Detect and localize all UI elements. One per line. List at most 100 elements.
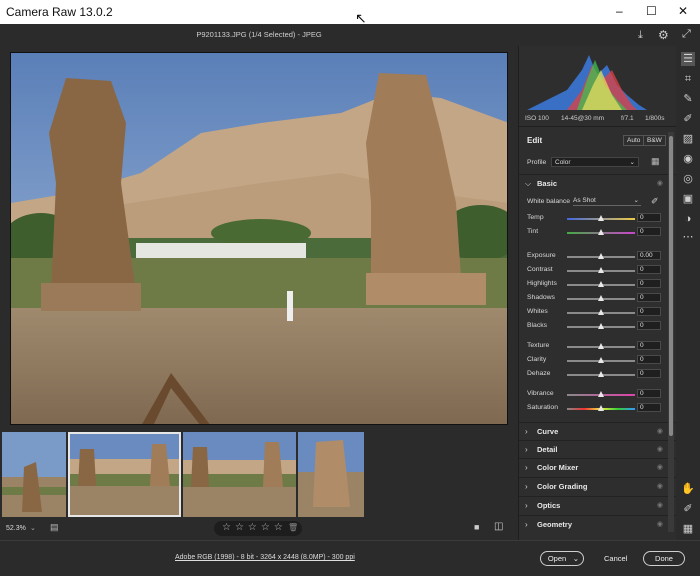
slider-track[interactable] bbox=[567, 323, 635, 329]
slider-value-input[interactable]: 0 bbox=[637, 389, 661, 398]
slider-knob[interactable] bbox=[598, 267, 604, 273]
maximize-icon[interactable]: ☐ bbox=[646, 4, 657, 18]
healing-brush-icon[interactable]: ✎ bbox=[681, 92, 695, 106]
slider-value-input[interactable]: 0 bbox=[637, 369, 661, 378]
slider-value-input[interactable]: 0 bbox=[637, 321, 661, 330]
slider-knob[interactable] bbox=[598, 371, 604, 377]
eye-icon[interactable]: ◉ bbox=[657, 427, 663, 435]
thumbnail-3[interactable] bbox=[183, 432, 296, 517]
crop-icon[interactable]: ⌗ bbox=[681, 72, 695, 86]
main-preview-image[interactable] bbox=[10, 52, 508, 425]
slider-knob[interactable] bbox=[598, 391, 604, 397]
file-header: P9201133.JPG (1/4 Selected) - JPEG bbox=[0, 24, 518, 46]
radial-filter-icon[interactable]: ◉ bbox=[681, 152, 695, 166]
slider-value-input[interactable]: 0 bbox=[637, 213, 661, 222]
eye-icon[interactable]: ◉ bbox=[657, 520, 663, 528]
scrollbar-thumb[interactable] bbox=[669, 136, 673, 436]
slider-track[interactable] bbox=[567, 357, 635, 363]
eyedropper-icon[interactable]: ✐ bbox=[651, 196, 659, 207]
slider-track[interactable] bbox=[567, 253, 635, 259]
slider-knob[interactable] bbox=[598, 295, 604, 301]
slider-value-input[interactable]: 0 bbox=[637, 227, 661, 236]
workflow-options-link[interactable]: Adobe RGB (1998) - 8 bit - 3264 x 2448 (… bbox=[175, 554, 355, 561]
star-rating-icons[interactable]: ☆☆☆☆☆ bbox=[222, 522, 287, 533]
auto-button[interactable]: Auto bbox=[623, 135, 645, 146]
slider-track[interactable] bbox=[567, 295, 635, 301]
slider-knob[interactable] bbox=[598, 323, 604, 329]
slider-knob[interactable] bbox=[598, 215, 604, 221]
slider-knob[interactable] bbox=[598, 357, 604, 363]
view-single-icon[interactable]: ■ bbox=[474, 522, 479, 532]
slider-track[interactable] bbox=[567, 281, 635, 287]
slider-knob[interactable] bbox=[598, 343, 604, 349]
before-after-icon[interactable]: ◫ bbox=[494, 521, 503, 532]
section-detail[interactable]: › Detail ◉ bbox=[519, 440, 677, 458]
hand-icon[interactable]: ✋ bbox=[681, 482, 695, 496]
eye-icon[interactable]: ◉ bbox=[657, 501, 663, 509]
fullscreen-icon[interactable]: ⤢ bbox=[682, 28, 691, 41]
profile-browser-icon[interactable]: ▦ bbox=[651, 156, 660, 167]
trash-icon[interactable]: 🗑 bbox=[288, 523, 298, 532]
slider-value-input[interactable]: 0 bbox=[637, 265, 661, 274]
slider-value-input[interactable]: 0 bbox=[637, 279, 661, 288]
gear-icon[interactable]: ⚙ bbox=[658, 28, 669, 42]
red-eye-icon[interactable]: ◎ bbox=[681, 172, 695, 186]
slider-track[interactable] bbox=[567, 391, 635, 397]
section-color-grading[interactable]: › Color Grading ◉ bbox=[519, 477, 677, 495]
section-basic[interactable]: ⌵ Basic ◉ bbox=[519, 174, 677, 192]
profile-select[interactable]: Color ⌄ bbox=[551, 157, 639, 167]
close-icon[interactable]: ✕ bbox=[678, 4, 688, 18]
thumbnail-1[interactable] bbox=[2, 432, 66, 517]
gradient-icon[interactable]: ▨ bbox=[681, 132, 695, 146]
slider-value-input[interactable]: 0 bbox=[637, 355, 661, 364]
slider-knob[interactable] bbox=[598, 281, 604, 287]
filmstrip-options-icon[interactable]: ▤ bbox=[50, 522, 59, 533]
slider-value-input[interactable]: 0 bbox=[637, 293, 661, 302]
slider-track[interactable] bbox=[567, 309, 635, 315]
slider-knob[interactable] bbox=[598, 405, 604, 411]
colossi-photo bbox=[11, 53, 507, 424]
thumbnail-4[interactable] bbox=[298, 432, 364, 517]
slider-track[interactable] bbox=[567, 343, 635, 349]
presets-icon[interactable]: ◑ bbox=[681, 212, 695, 226]
slider-knob[interactable] bbox=[598, 253, 604, 259]
open-button[interactable]: Open ⌄ bbox=[540, 551, 584, 566]
slider-track[interactable] bbox=[567, 371, 635, 377]
section-geometry[interactable]: › Geometry ◉ bbox=[519, 515, 677, 533]
thumbnail-2-selected[interactable] bbox=[68, 432, 181, 517]
white-balance-select[interactable]: As Shot ⌄ bbox=[573, 196, 641, 206]
eye-icon[interactable]: ◉ bbox=[657, 445, 663, 453]
slider-value-input[interactable]: 0 bbox=[637, 307, 661, 316]
zoom-level[interactable]: 52.3% bbox=[6, 525, 26, 532]
panel-scrollbar[interactable] bbox=[668, 132, 674, 532]
slider-track[interactable] bbox=[567, 215, 635, 221]
slider-value-input[interactable]: 0 bbox=[637, 341, 661, 350]
brush-icon[interactable]: ✐ bbox=[681, 112, 695, 126]
minimize-icon[interactable]: – bbox=[616, 4, 623, 18]
slider-knob[interactable] bbox=[598, 229, 604, 235]
eye-icon[interactable]: ◉ bbox=[657, 463, 663, 471]
grid-icon[interactable]: ▦ bbox=[681, 522, 695, 536]
slider-track[interactable] bbox=[567, 405, 635, 411]
slider-value-input[interactable]: 0.00 bbox=[637, 251, 661, 260]
more-icon[interactable]: ⋯ bbox=[681, 230, 695, 244]
edit-sliders-icon[interactable]: ☰ bbox=[681, 52, 695, 66]
chevron-down-icon[interactable]: ⌄ bbox=[30, 524, 36, 532]
chevron-right-icon: › bbox=[525, 427, 528, 436]
section-optics[interactable]: › Optics ◉ bbox=[519, 496, 677, 514]
slider-track[interactable] bbox=[567, 267, 635, 273]
slider-value-input[interactable]: 0 bbox=[637, 403, 661, 412]
cancel-button[interactable]: Cancel bbox=[604, 554, 627, 563]
chevron-down-icon[interactable]: ⌄ bbox=[573, 552, 579, 566]
slider-track[interactable] bbox=[567, 229, 635, 235]
bw-button[interactable]: B&W bbox=[643, 135, 666, 146]
eye-icon[interactable]: ◉ bbox=[657, 179, 663, 187]
snapshots-icon[interactable]: ▣ bbox=[681, 192, 695, 206]
done-button[interactable]: Done bbox=[643, 551, 685, 566]
eye-icon[interactable]: ◉ bbox=[657, 482, 663, 490]
slider-knob[interactable] bbox=[598, 309, 604, 315]
color-sampler-icon[interactable]: ✐ bbox=[681, 502, 695, 516]
save-icon[interactable]: ⤓ bbox=[638, 29, 643, 42]
section-curve[interactable]: › Curve ◉ bbox=[519, 422, 677, 440]
section-color-mixer[interactable]: › Color Mixer ◉ bbox=[519, 458, 677, 476]
